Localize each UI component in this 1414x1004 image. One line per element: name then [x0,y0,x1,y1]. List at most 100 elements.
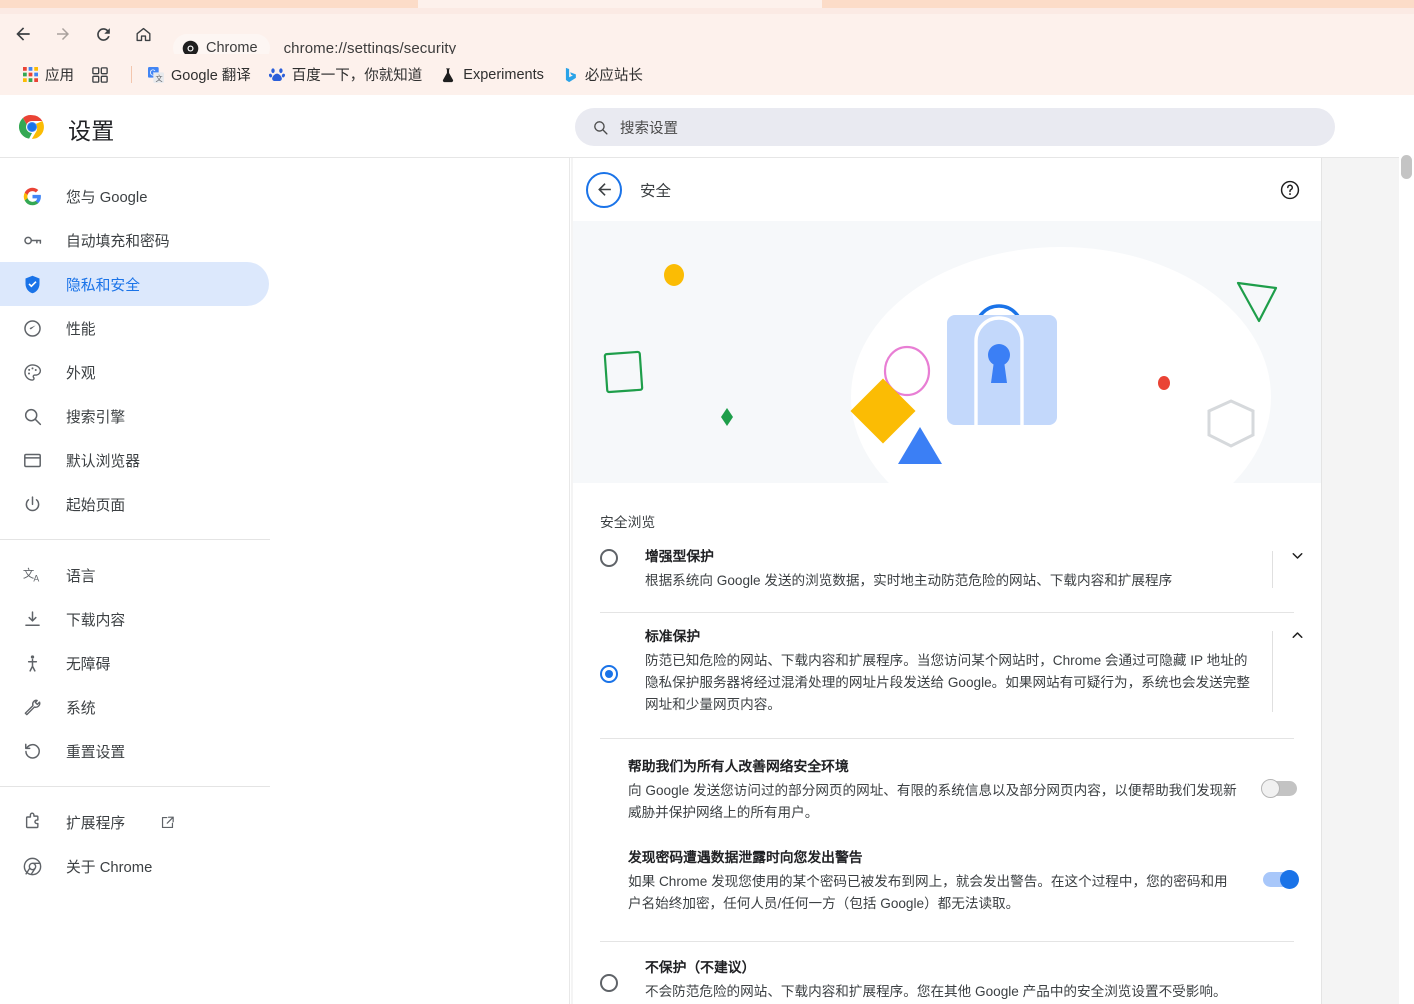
home-button[interactable] [126,17,160,51]
reading-list-icon [92,66,108,83]
page-title: 安全 [640,182,672,200]
option-enhanced-body: 增强型保护 根据系统向 Google 发送的浏览数据，实时地主动防范危险的网站、… [645,547,1272,592]
sidebar-item-label: 重置设置 [66,744,126,761]
sidebar-item-label: 隐私和安全 [66,277,140,294]
reload-icon [96,27,110,41]
collapse-standard-button[interactable] [1273,627,1321,644]
settings-search-placeholder: 搜索设置 [620,120,678,137]
bookmark-label: 百度一下，你就知道 [291,68,423,84]
svg-text:A: A [33,573,39,583]
bookmark-label: 必应站长 [584,68,643,84]
sidebar-item-default-browser[interactable]: 默认浏览器 [0,438,269,482]
chrome-logo-icon [19,115,44,139]
sidebar-item-autofill-passwords[interactable]: 自动填充和密码 [0,218,269,262]
option-enhanced-protection[interactable]: 增强型保护 根据系统向 Google 发送的浏览数据，实时地主动防范危险的网站、… [573,547,1321,612]
translate-icon: 文 A [20,563,44,587]
search-icon [20,404,44,428]
back-to-privacy-button[interactable] [586,171,622,208]
sub-setting-password-breach-warning[interactable]: 发现密码遭遇数据泄露时向您发出警告 如果 Chrome 发现您使用的某个密码已被… [573,842,1321,933]
sidebar-item-languages[interactable]: 文 A 语言 [0,553,269,597]
download-icon [20,607,44,631]
sub-setting-improve-security[interactable]: 帮助我们为所有人改善网络安全环境 向 Google 发送您访问过的部分网页的网址… [573,739,1321,842]
sidebar-item-appearance[interactable]: 外观 [0,350,269,394]
sidebar-item-performance[interactable]: 性能 [0,306,269,350]
browser-toolbar: Chrome chrome://settings/security [0,14,1414,65]
flask-icon [443,67,454,82]
sidebar-item-downloads[interactable]: 下载内容 [0,597,269,641]
forward-button[interactable] [46,17,80,51]
forward-arrow-icon [57,28,69,40]
option-no-protection-body: 不保护（不建议） 不会防范危险的网站、下载内容和扩展程序。您在其他 Google… [645,958,1273,1003]
sidebar-item-privacy-security[interactable]: 隐私和安全 [0,262,269,306]
sidebar-item-about-chrome[interactable]: 关于 Chrome [0,844,269,888]
settings-sidebar: 您与 Google 自动填充和密码 隐私和安全 性能 外观 搜索引擎 默认浏览器… [0,158,570,1004]
back-arrow-icon [16,27,30,41]
sidebar-item-label: 自动填充和密码 [66,233,170,250]
toggle-knob [1261,779,1280,798]
option-standard-protection[interactable]: 标准保护 防范已知危险的网站、下载内容和扩展程序。当您访问某个网站时，Chrom… [573,613,1321,724]
sidebar-item-search-engine[interactable]: 搜索引擎 [0,394,269,438]
bookmark-label: Experiments [463,66,544,83]
sidebar-item-system[interactable]: 系统 [0,685,269,729]
svg-text:文: 文 [156,74,163,83]
green-square-shape [603,350,644,394]
settings-title: 设置 [68,118,115,144]
option-title: 增强型保护 [645,549,714,564]
security-page-card: 安全 安全浏览 增强型保护 根据系统向 Google 发送的浏览数据，实时地主动… [573,158,1322,1004]
bookmark-bing[interactable]: 必应站长 [553,61,652,89]
search-icon [594,120,608,135]
sidebar-item-you-and-google[interactable]: 您与 Google [0,174,269,218]
sidebar-item-label: 语言 [66,568,96,585]
sub-setting-title: 发现密码遭遇数据泄露时向您发出警告 [628,850,863,865]
toggle-knob [1280,870,1299,889]
bookmark-apps[interactable]: 应用 [14,61,83,89]
radio-no-protection[interactable] [600,974,618,992]
sidebar-item-label: 性能 [66,321,96,338]
radio-enhanced[interactable] [600,549,618,567]
sidebar-item-label: 搜索引擎 [66,409,126,426]
toggle-password-breach-warning[interactable] [1263,870,1299,889]
shield-icon [20,272,44,296]
scrollbar-thumb[interactable] [1401,155,1412,179]
accessibility-icon [20,651,44,675]
speedometer-icon [20,316,44,340]
radio-standard[interactable] [600,665,618,683]
option-no-protection[interactable]: 不保护（不建议） 不会防范危险的网站、下载内容和扩展程序。您在其他 Google… [573,942,1321,1004]
sidebar-item-label: 外观 [66,365,96,382]
back-button[interactable] [6,17,40,51]
sidebar-item-on-startup[interactable]: 起始页面 [0,482,269,526]
security-hero-illustration [573,221,1321,483]
sidebar-item-label: 系统 [66,700,96,717]
bookmark-baidu[interactable]: 百度一下，你就知道 [260,61,432,89]
help-circle-icon [1280,180,1300,199]
bookmark-reading-list[interactable] [83,61,124,89]
settings-search-box[interactable]: 搜索设置 [575,108,1335,146]
chevron-down-icon [1292,552,1302,559]
home-icon [135,27,151,41]
help-button[interactable] [1277,177,1303,203]
reload-button[interactable] [86,17,120,51]
power-icon [20,492,44,516]
sidebar-item-accessibility[interactable]: 无障碍 [0,641,269,685]
google-g-icon [20,184,44,208]
toggle-improve-security[interactable] [1261,779,1297,798]
palette-icon [20,360,44,384]
bookmark-experiments[interactable]: Experiments [431,61,553,89]
sidebar-item-extensions[interactable]: 扩展程序 [0,800,269,844]
option-description: 不会防范危险的网站、下载内容和扩展程序。您在其他 Google 产品中的安全浏览… [645,984,1227,999]
sidebar-item-label: 起始页面 [66,497,126,514]
chevron-up-icon [1292,632,1302,639]
key-icon [20,228,44,252]
sidebar-item-label: 您与 Google [66,189,148,206]
red-dot-shape [1158,376,1170,390]
reset-icon [20,739,44,763]
bookmark-google-translate[interactable]: G 文 Google 翻译 [139,61,260,89]
sidebar-divider-1 [0,539,270,540]
wrench-icon [20,695,44,719]
page-scrollbar[interactable] [1399,95,1414,1004]
expand-enhanced-button[interactable] [1273,547,1321,564]
sidebar-item-reset-settings[interactable]: 重置设置 [0,729,269,773]
sidebar-item-label: 关于 Chrome [66,859,153,876]
sub-setting-description: 向 Google 发送您访问过的部分网页的网址、有限的系统信息以及部分网页内容，… [628,783,1237,820]
baidu-icon [268,67,285,81]
